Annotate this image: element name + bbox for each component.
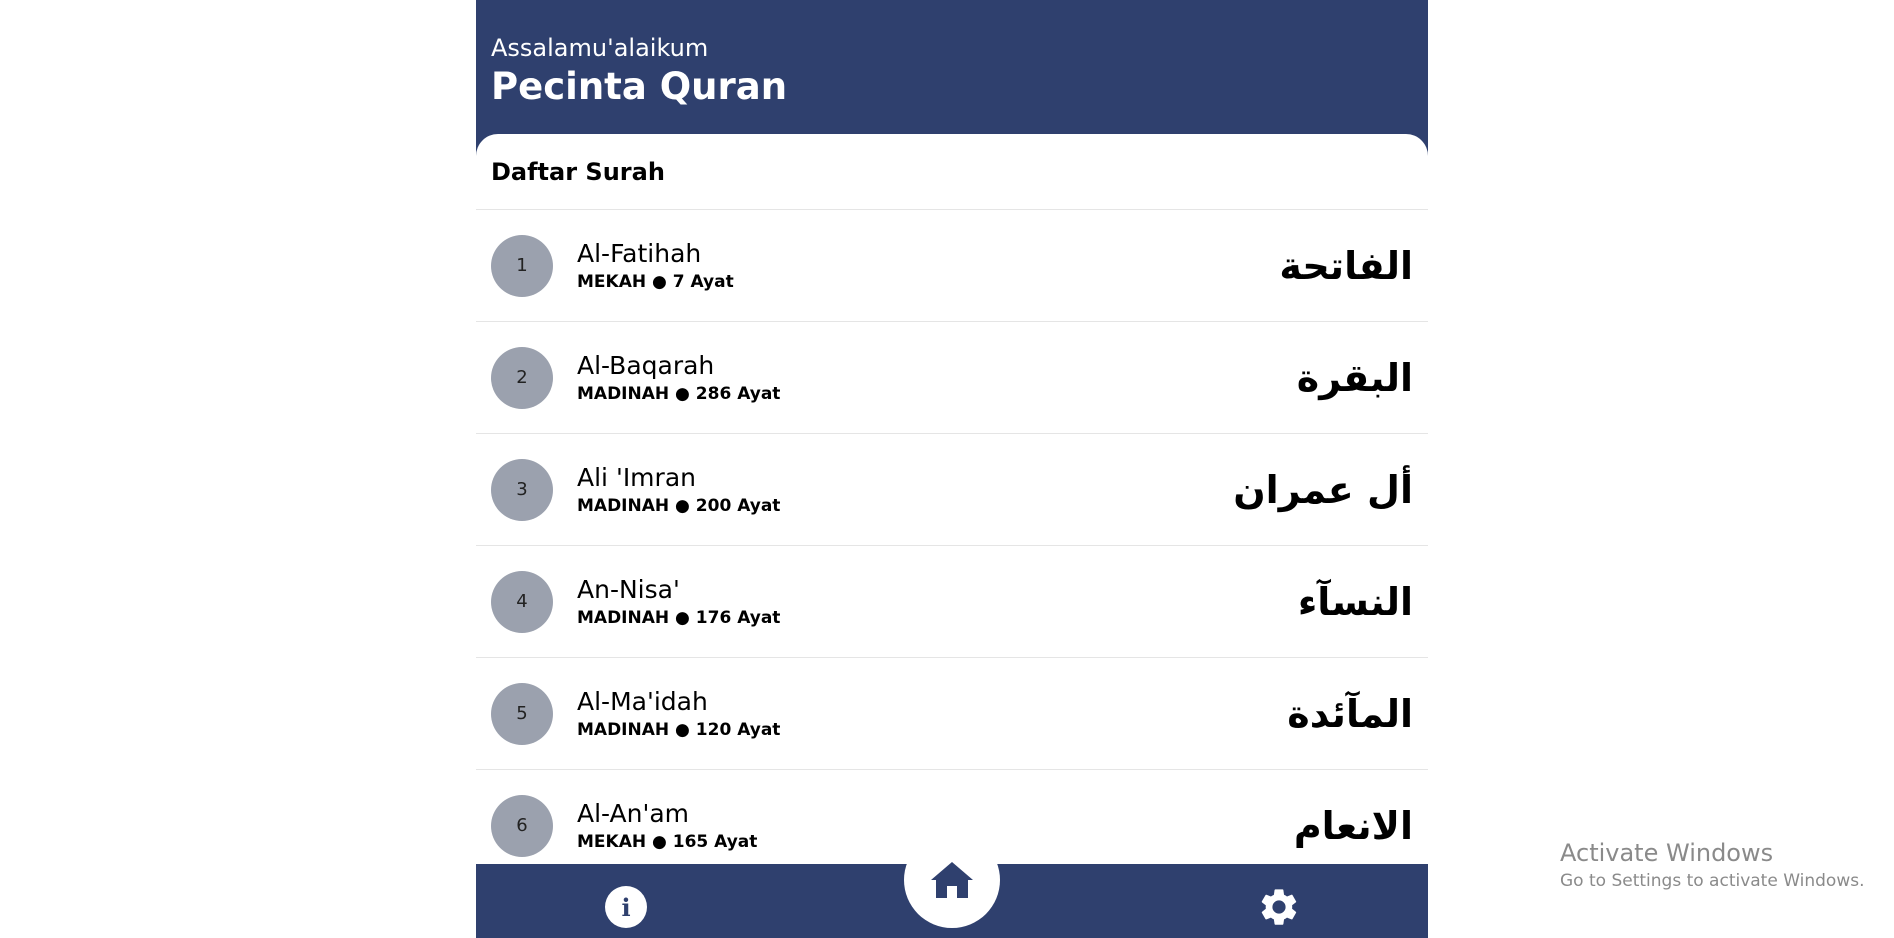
gear-icon-svg [1261, 889, 1297, 925]
surah-name: An-Nisa' [577, 574, 680, 604]
surah-arabic-name: الفاتحة [1279, 243, 1413, 288]
gear-icon[interactable] [1256, 884, 1302, 930]
app-container: Assalamu'alaikum Pecinta Quran Daftar Su… [476, 0, 1428, 938]
surah-meta: MADINAH ● 286 Ayat [577, 383, 781, 404]
surah-info: Al-Ma'idah MADINAH ● 120 Ayat [577, 686, 1287, 742]
greeting-text: Assalamu'alaikum [491, 34, 709, 62]
surah-arabic-name: النسآء [1297, 579, 1413, 624]
surah-arabic-name: الانعام [1293, 803, 1413, 848]
surah-row-5[interactable]: 5 Al-Ma'idah MADINAH ● 120 Ayat المآئدة [476, 658, 1428, 770]
surah-row-4[interactable]: 4 An-Nisa' MADINAH ● 176 Ayat النسآء [476, 546, 1428, 658]
username-title: Pecinta Quran [491, 65, 788, 108]
surah-info: Ali 'Imran MADINAH ● 200 Ayat [577, 462, 1233, 518]
surah-arabic-name: البقرة [1296, 355, 1413, 400]
surah-name: Al-Ma'idah [577, 686, 708, 716]
surah-meta: MADINAH ● 120 Ayat [577, 719, 781, 740]
surah-meta: MADINAH ● 200 Ayat [577, 495, 781, 516]
surah-meta: MADINAH ● 176 Ayat [577, 607, 781, 628]
surah-name: Al-Baqarah [577, 350, 715, 380]
surah-info: Al-Baqarah MADINAH ● 286 Ayat [577, 350, 1297, 406]
surah-info: Al-Fatihah MEKAH ● 7 Ayat [577, 238, 1279, 294]
home-icon [931, 862, 973, 898]
surah-name: Al-Fatihah [577, 238, 702, 268]
watermark-title: Activate Windows [1560, 839, 1774, 867]
surah-list-panel: Daftar Surah 1 Al-Fatihah MEKAH ● 7 Ayat… [476, 134, 1428, 894]
surah-number-badge: 1 [491, 234, 553, 297]
section-title: Daftar Surah [476, 134, 1428, 210]
surah-arabic-name: أل عمران [1233, 467, 1413, 512]
surah-number-badge: 2 [491, 346, 553, 409]
home-button[interactable] [904, 832, 1000, 928]
surah-row-2[interactable]: 2 Al-Baqarah MADINAH ● 286 Ayat البقرة [476, 322, 1428, 434]
windows-activation-watermark: Activate Windows Go to Settings to activ… [1560, 838, 1865, 894]
surah-name: Ali 'Imran [577, 462, 696, 492]
info-icon[interactable]: i [605, 886, 647, 928]
surah-number-badge: 6 [491, 794, 553, 857]
surah-number-badge: 3 [491, 458, 553, 521]
surah-meta: MEKAH ● 7 Ayat [577, 271, 734, 292]
surah-name: Al-An'am [577, 798, 690, 828]
surah-number-badge: 5 [491, 682, 553, 745]
watermark-subtitle: Go to Settings to activate Windows. [1560, 871, 1865, 891]
surah-info: An-Nisa' MADINAH ● 176 Ayat [577, 574, 1298, 630]
surah-row-1[interactable]: 1 Al-Fatihah MEKAH ● 7 Ayat الفاتحة [476, 210, 1428, 322]
surah-number-badge: 4 [491, 570, 553, 633]
surah-row-3[interactable]: 3 Ali 'Imran MADINAH ● 200 Ayat أل عمران [476, 434, 1428, 546]
surah-arabic-name: المآئدة [1287, 691, 1413, 736]
